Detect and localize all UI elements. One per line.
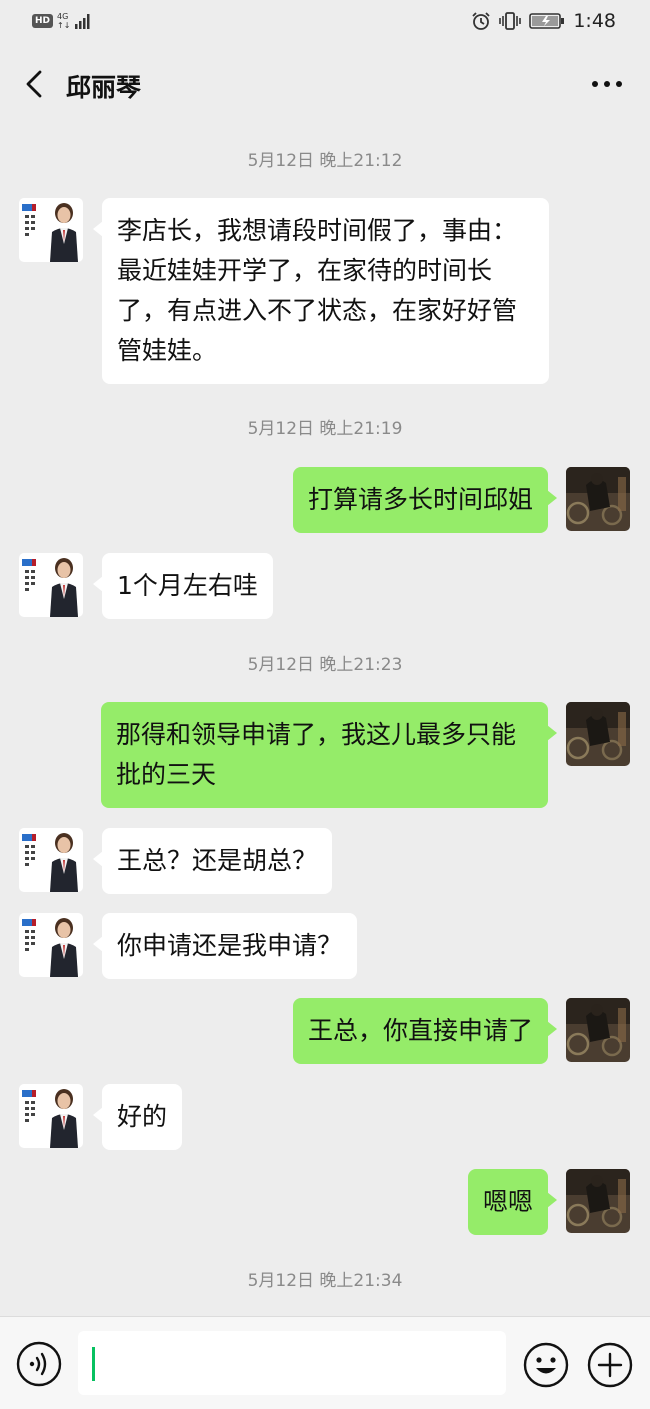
- chat-header: 邱丽琴: [0, 44, 650, 124]
- message-bubble-incoming[interactable]: 李店长，我想请段时间假了，事由：最近娃娃开学了，在家待的时间长了，有点进入不了状…: [93, 198, 549, 384]
- text-cursor: [92, 1347, 95, 1381]
- avatar[interactable]: [19, 553, 83, 617]
- message-bubble-outgoing[interactable]: 王总，你直接申请了: [292, 998, 558, 1064]
- message-bubble-outgoing[interactable]: 打算请多长时间邱姐: [292, 467, 558, 533]
- timestamp: 5月12日 晚上21:23: [247, 655, 403, 675]
- network-type: 4G: [57, 12, 69, 21]
- voice-icon[interactable]: [16, 1341, 62, 1387]
- message-input[interactable]: [78, 1331, 506, 1395]
- timestamp: 5月12日 晚上21:12: [247, 151, 403, 171]
- battery-icon: [529, 13, 565, 29]
- avatar[interactable]: [566, 702, 630, 766]
- network-indicator: 4G ↑↓: [57, 12, 70, 30]
- status-left: HD 4G ↑↓: [32, 12, 92, 30]
- avatar[interactable]: [19, 828, 83, 892]
- avatar[interactable]: [19, 913, 83, 977]
- timestamp: 5月12日 晚上21:19: [247, 419, 403, 439]
- status-bar: HD 4G ↑↓ 1:48: [0, 0, 650, 44]
- emoji-icon[interactable]: [522, 1341, 570, 1389]
- avatar[interactable]: [566, 1169, 630, 1233]
- message-bubble-incoming[interactable]: 你申请还是我申请？: [92, 913, 358, 979]
- chat-title: 邱丽琴: [66, 73, 142, 102]
- avatar[interactable]: [566, 467, 630, 531]
- timestamp: 5月12日 晚上21:34: [247, 1271, 403, 1291]
- avatar[interactable]: [19, 198, 83, 262]
- network-activity: ↑↓: [57, 21, 71, 30]
- plus-icon[interactable]: [586, 1341, 634, 1389]
- avatar[interactable]: [19, 1084, 83, 1148]
- status-right: 1:48: [471, 10, 616, 32]
- message-bubble-incoming[interactable]: 王总？还是胡总？: [92, 828, 333, 894]
- message-bubble-outgoing[interactable]: 嗯嗯: [467, 1169, 558, 1235]
- clock: 1:48: [573, 10, 616, 32]
- message-bubble-incoming[interactable]: 好的: [92, 1084, 183, 1150]
- message-list[interactable]: 5月12日 晚上21:12 李店长，我想请段时间假了，事由：最近娃娃开学了，在家…: [0, 124, 650, 1316]
- more-icon[interactable]: [590, 72, 624, 96]
- input-bar: [0, 1316, 650, 1409]
- message-bubble-incoming[interactable]: 1个月左右哇: [93, 553, 273, 619]
- chevron-left-icon[interactable]: [18, 66, 54, 102]
- message-bubble-outgoing[interactable]: 那得和领导申请了，我这儿最多只能批的三天: [101, 702, 557, 808]
- signal-icon: [75, 14, 90, 29]
- avatar[interactable]: [566, 998, 630, 1062]
- alarm-icon: [472, 12, 490, 30]
- hd-badge: HD: [32, 14, 54, 28]
- vibrate-icon: [499, 12, 522, 30]
